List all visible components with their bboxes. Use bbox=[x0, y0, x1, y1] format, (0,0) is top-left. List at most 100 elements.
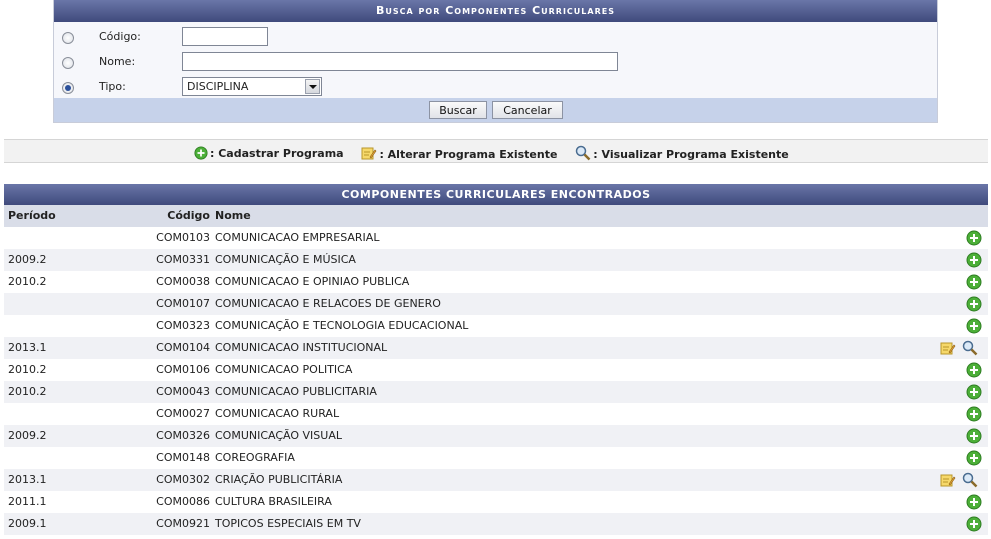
row-nome: CRIAÇÃO PUBLICITÁRIA bbox=[215, 473, 343, 486]
codigo-row: Código: bbox=[54, 27, 937, 49]
row-actions bbox=[962, 450, 984, 466]
row-codigo: COM0103 bbox=[156, 231, 210, 244]
table-row: 2009.2 COM0331 COMUNICAÇÃO E MÚSICA bbox=[4, 249, 988, 271]
row-codigo: COM0148 bbox=[156, 451, 210, 464]
plus-circle-icon[interactable] bbox=[966, 428, 982, 444]
codigo-radio[interactable] bbox=[62, 32, 74, 44]
search-form: Busca por Componentes Curriculares Códig… bbox=[53, 0, 938, 123]
row-periodo: 2009.1 bbox=[8, 517, 47, 530]
plus-circle-icon[interactable] bbox=[966, 274, 982, 290]
nome-radio[interactable] bbox=[62, 57, 74, 69]
row-actions bbox=[962, 274, 984, 290]
results-table: COMPONENTES CURRICULARES ENCONTRADOS Per… bbox=[4, 184, 988, 535]
codigo-label: Código: bbox=[99, 30, 141, 43]
legend-visualizar: : Visualizar Programa Existente bbox=[575, 145, 789, 161]
cancelar-button[interactable]: Cancelar bbox=[492, 101, 563, 119]
table-row: 2010.2 COM0043 COMUNICACAO PUBLICITARIA bbox=[4, 381, 988, 403]
row-nome: TOPICOS ESPECIAIS EM TV bbox=[215, 517, 361, 530]
tipo-select[interactable]: DISCIPLINA bbox=[182, 77, 322, 96]
row-periodo: 2009.2 bbox=[8, 429, 47, 442]
form-button-bar: Buscar Cancelar bbox=[54, 98, 937, 122]
legend-visualizar-label: : Visualizar Programa Existente bbox=[593, 148, 789, 161]
row-nome: COMUNICACAO POLITICA bbox=[215, 363, 353, 376]
nome-label: Nome: bbox=[99, 55, 136, 68]
row-actions bbox=[962, 362, 984, 378]
row-codigo: COM0302 bbox=[156, 473, 210, 486]
row-nome: COMUNICACAO EMPRESARIAL bbox=[215, 231, 380, 244]
table-row: COM0148 COREOGRAFIA bbox=[4, 447, 988, 469]
table-row: COM0027 COMUNICACAO RURAL bbox=[4, 403, 988, 425]
legend-alterar: : Alterar Programa Existente bbox=[361, 145, 557, 161]
row-periodo: 2009.2 bbox=[8, 253, 47, 266]
chevron-down-icon[interactable] bbox=[305, 79, 320, 94]
row-codigo: COM0086 bbox=[156, 495, 210, 508]
tipo-select-value: DISCIPLINA bbox=[187, 80, 249, 93]
row-codigo: COM0331 bbox=[156, 253, 210, 266]
magnifier-icon bbox=[576, 145, 591, 161]
row-nome: COMUNICACAO E OPINIAO PUBLICA bbox=[215, 275, 410, 288]
nome-input[interactable] bbox=[182, 52, 618, 71]
search-form-title: Busca por Componentes Curriculares bbox=[54, 0, 937, 22]
row-actions bbox=[962, 494, 984, 510]
plus-circle-icon[interactable] bbox=[966, 296, 982, 312]
row-codigo: COM0104 bbox=[156, 341, 210, 354]
plus-circle-icon[interactable] bbox=[966, 362, 982, 378]
header-nome: Nome bbox=[215, 209, 251, 222]
row-actions bbox=[940, 340, 984, 356]
row-nome: COMUNICACAO RURAL bbox=[215, 407, 340, 420]
table-row: 2011.1 COM0086 CULTURA BRASILEIRA bbox=[4, 491, 988, 513]
row-actions bbox=[962, 252, 984, 268]
nome-row: Nome: bbox=[54, 52, 937, 74]
row-periodo: 2011.1 bbox=[8, 495, 47, 508]
row-periodo: 2013.1 bbox=[8, 473, 47, 486]
plus-circle-icon[interactable] bbox=[966, 516, 982, 532]
row-nome: CULTURA BRASILEIRA bbox=[215, 495, 332, 508]
tipo-row: Tipo: DISCIPLINA bbox=[54, 77, 937, 99]
table-row: 2010.2 COM0106 COMUNICACAO POLITICA bbox=[4, 359, 988, 381]
row-codigo: COM0027 bbox=[156, 407, 210, 420]
row-actions bbox=[962, 516, 984, 532]
row-codigo: COM0921 bbox=[156, 517, 210, 530]
row-nome: COREOGRAFIA bbox=[215, 451, 295, 464]
row-nome: COMUNICAÇÃO E MÚSICA bbox=[215, 253, 356, 266]
codigo-input[interactable] bbox=[182, 27, 268, 46]
results-title: COMPONENTES CURRICULARES ENCONTRADOS bbox=[4, 184, 988, 205]
row-actions bbox=[962, 406, 984, 422]
plus-circle-icon[interactable] bbox=[966, 406, 982, 422]
plus-circle-icon[interactable] bbox=[966, 252, 982, 268]
plus-circle-icon[interactable] bbox=[966, 318, 982, 334]
plus-circle-icon[interactable] bbox=[966, 384, 982, 400]
magnifier-icon[interactable] bbox=[962, 472, 978, 488]
table-row: 2013.1 COM0104 COMUNICACAO INSTITUCIONAL bbox=[4, 337, 988, 359]
results-rows: COM0103 COMUNICACAO EMPRESARIAL 2009.2 C… bbox=[4, 227, 988, 535]
table-row: COM0103 COMUNICACAO EMPRESARIAL bbox=[4, 227, 988, 249]
row-actions bbox=[962, 428, 984, 444]
row-codigo: COM0106 bbox=[156, 363, 210, 376]
header-codigo: Código bbox=[167, 209, 210, 222]
row-periodo: 2010.2 bbox=[8, 275, 47, 288]
row-actions bbox=[962, 384, 984, 400]
buscar-button[interactable]: Buscar bbox=[429, 101, 487, 119]
edit-note-icon bbox=[361, 147, 377, 160]
row-actions bbox=[962, 230, 984, 246]
table-row: COM0323 COMUNICAÇÃO E TECNOLOGIA EDUCACI… bbox=[4, 315, 988, 337]
legend-alterar-label: : Alterar Programa Existente bbox=[379, 148, 558, 161]
row-codigo: COM0323 bbox=[156, 319, 210, 332]
edit-note-icon[interactable] bbox=[940, 472, 956, 488]
row-codigo: COM0107 bbox=[156, 297, 210, 310]
header-periodo: Período bbox=[8, 209, 56, 222]
row-periodo: 2010.2 bbox=[8, 363, 47, 376]
plus-circle-icon[interactable] bbox=[966, 230, 982, 246]
plus-circle-icon[interactable] bbox=[966, 450, 982, 466]
tipo-radio[interactable] bbox=[62, 82, 74, 94]
row-codigo: COM0326 bbox=[156, 429, 210, 442]
row-actions bbox=[962, 318, 984, 334]
table-row: 2009.2 COM0326 COMUNICAÇÃO VISUAL bbox=[4, 425, 988, 447]
row-nome: COMUNICACAO E RELACOES DE GENERO bbox=[215, 297, 441, 310]
row-codigo: COM0043 bbox=[156, 385, 210, 398]
table-row: COM0107 COMUNICACAO E RELACOES DE GENERO bbox=[4, 293, 988, 315]
row-codigo: COM0038 bbox=[156, 275, 210, 288]
magnifier-icon[interactable] bbox=[962, 340, 978, 356]
plus-circle-icon[interactable] bbox=[966, 494, 982, 510]
edit-note-icon[interactable] bbox=[940, 340, 956, 356]
